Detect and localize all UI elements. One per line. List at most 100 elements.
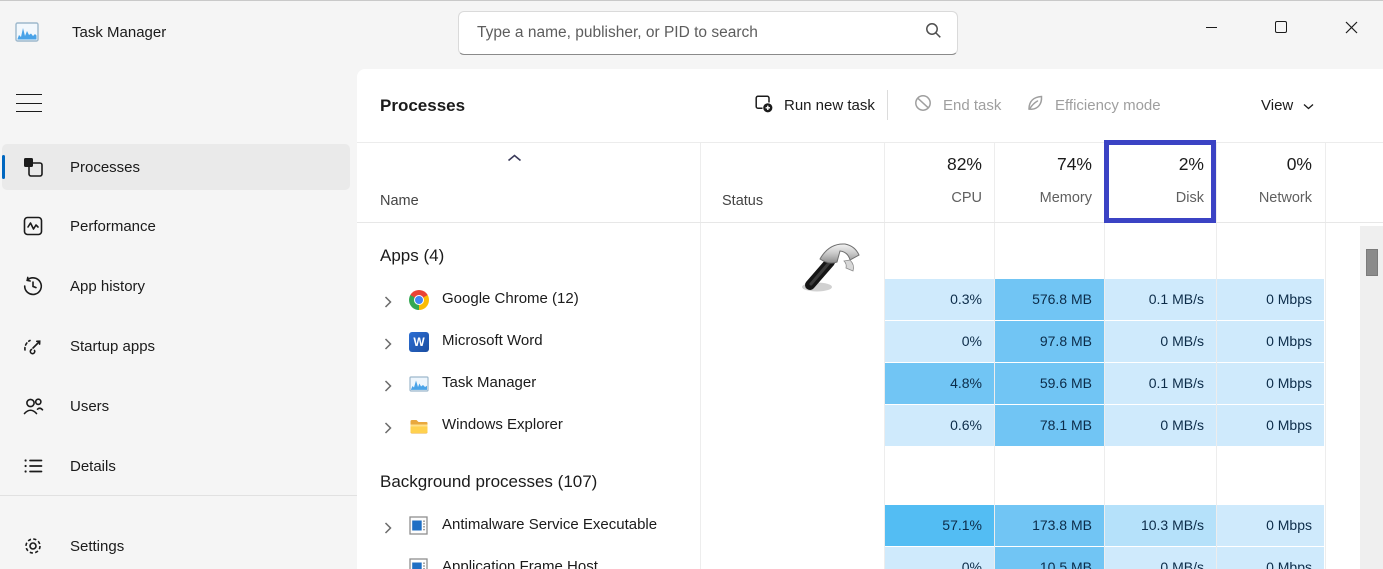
cpu-cell: 0.3% (885, 279, 994, 320)
cpu-cell: 57.1% (885, 505, 994, 546)
network-cell: 0 Mbps (1217, 321, 1324, 362)
chevron-right-icon[interactable] (384, 295, 392, 313)
disk-cell: 0.1 MB/s (1105, 363, 1216, 404)
disk-cell: 10.3 MB/s (1105, 505, 1216, 546)
close-button[interactable] (1328, 7, 1374, 47)
generic-exe-icon (409, 516, 429, 536)
processes-icon (20, 154, 46, 180)
sidebar-item-processes[interactable]: Processes (2, 144, 350, 190)
table-row-windows-explorer[interactable]: Windows Explorer 0.6% 78.1 MB 0 MB/s 0 M… (357, 405, 1383, 447)
maximize-button[interactable] (1258, 7, 1304, 47)
sidebar-item-label: Users (70, 398, 109, 415)
cpu-cell: 4.8% (885, 363, 994, 404)
search-icon[interactable] (924, 21, 943, 45)
sidebar-item-users[interactable]: Users (2, 383, 350, 429)
sidebar-item-performance[interactable]: Performance (2, 203, 350, 249)
sidebar-divider (0, 495, 357, 496)
users-icon (20, 393, 46, 419)
table-row-application-frame-host[interactable]: Application Frame Host 0% 10.5 MB 0 MB/s… (357, 547, 1383, 569)
performance-icon (20, 213, 46, 239)
network-cell: 0 Mbps (1217, 405, 1324, 446)
table-row-microsoft-word[interactable]: W Microsoft Word 0% 97.8 MB 0 MB/s 0 Mbp… (357, 321, 1383, 363)
column-header-network[interactable]: Network (1217, 190, 1324, 206)
group-header-background-processes[interactable]: Background processes (107) (380, 453, 597, 511)
sidebar-item-app-history[interactable]: App history (2, 263, 350, 309)
table-row-antimalware-service-executable[interactable]: Antimalware Service Executable 57.1% 173… (357, 505, 1383, 547)
efficiency-mode-label: Efficiency mode (1055, 97, 1161, 114)
network-cell: 0 Mbps (1217, 505, 1324, 546)
sidebar-item-settings[interactable]: Settings (2, 523, 350, 569)
run-new-task-icon (753, 93, 774, 118)
minimize-icon (1206, 27, 1217, 28)
scrollbar-thumb[interactable] (1366, 249, 1378, 276)
view-label: View (1261, 97, 1293, 114)
chevron-right-icon[interactable] (384, 379, 392, 397)
cpu-cell: 0% (885, 547, 994, 569)
column-header-name[interactable]: Name (380, 193, 419, 209)
view-dropdown[interactable]: View (1255, 85, 1320, 125)
group-header-apps[interactable]: Apps (4) (380, 227, 444, 285)
close-icon (1345, 21, 1358, 34)
memory-total-percent: 74% (995, 154, 1104, 175)
search-input[interactable]: Type a name, publisher, or PID to search (458, 11, 958, 55)
disk-cell: 0 MB/s (1105, 547, 1216, 569)
table-row-task-manager[interactable]: Task Manager 4.8% 59.6 MB 0.1 MB/s 0 Mbp… (357, 363, 1383, 405)
maximize-icon (1275, 21, 1287, 33)
sidebar-item-label: Performance (70, 218, 156, 235)
run-new-task-button[interactable]: Run new task (747, 85, 881, 125)
memory-cell: 173.8 MB (995, 505, 1104, 546)
column-header-cpu[interactable]: CPU (885, 190, 994, 206)
startup-apps-icon (20, 333, 46, 359)
toolbar-divider (357, 142, 1383, 143)
memory-cell: 78.1 MB (995, 405, 1104, 446)
disk-cell: 0 MB/s (1105, 405, 1216, 446)
vertical-scrollbar[interactable] (1360, 226, 1383, 569)
chevron-right-icon[interactable] (384, 521, 392, 539)
disk-cell: 0.1 MB/s (1105, 279, 1216, 320)
end-task-icon (913, 93, 933, 117)
column-header-memory[interactable]: Memory (995, 190, 1104, 206)
process-name: Application Frame Host (442, 558, 598, 569)
task-manager-icon (14, 19, 40, 45)
end-task-label: End task (943, 97, 1001, 114)
processes-panel: Processes Run new task End task (357, 69, 1383, 569)
hamburger-icon[interactable] (16, 91, 42, 115)
sidebar-item-details[interactable]: Details (2, 443, 350, 489)
disk-cell: 0 MB/s (1105, 321, 1216, 362)
hammer-icon (793, 235, 865, 302)
chevron-right-icon[interactable] (384, 337, 392, 355)
sidebar-item-label: Settings (70, 538, 124, 555)
sort-ascending-icon (507, 149, 522, 167)
sidebar-item-label: Details (70, 458, 116, 475)
chevron-down-icon (1303, 97, 1314, 114)
toolbar-separator (887, 90, 888, 120)
process-name: Google Chrome (12) (442, 290, 579, 307)
window-title: Task Manager (72, 24, 166, 41)
sidebar-item-startup-apps[interactable]: Startup apps (2, 323, 350, 369)
minimize-button[interactable] (1188, 7, 1234, 47)
page-title: Processes (380, 96, 465, 116)
network-cell: 0 Mbps (1217, 547, 1324, 569)
efficiency-mode-icon (1025, 93, 1045, 117)
run-new-task-label: Run new task (784, 97, 875, 114)
network-cell: 0 Mbps (1217, 363, 1324, 404)
folder-icon (409, 416, 429, 436)
sidebar-item-label: Startup apps (70, 338, 155, 355)
end-task-button[interactable]: End task (907, 85, 1007, 125)
efficiency-mode-button[interactable]: Efficiency mode (1019, 85, 1167, 125)
app-history-icon (20, 273, 46, 299)
memory-cell: 97.8 MB (995, 321, 1104, 362)
generic-exe-icon (409, 558, 429, 569)
column-header-status[interactable]: Status (722, 193, 763, 209)
table-row-google-chrome[interactable]: Google Chrome (12) 0.3% 576.8 MB 0.1 MB/… (357, 279, 1383, 321)
word-icon: W (409, 332, 429, 352)
network-cell: 0 Mbps (1217, 279, 1324, 320)
process-name: Microsoft Word (442, 332, 543, 349)
chevron-right-icon[interactable] (384, 421, 392, 439)
gear-icon (20, 533, 46, 559)
chrome-icon (409, 290, 429, 310)
cpu-cell: 0% (885, 321, 994, 362)
memory-cell: 59.6 MB (995, 363, 1104, 404)
memory-cell: 576.8 MB (995, 279, 1104, 320)
disk-column-highlight-box (1104, 140, 1216, 223)
